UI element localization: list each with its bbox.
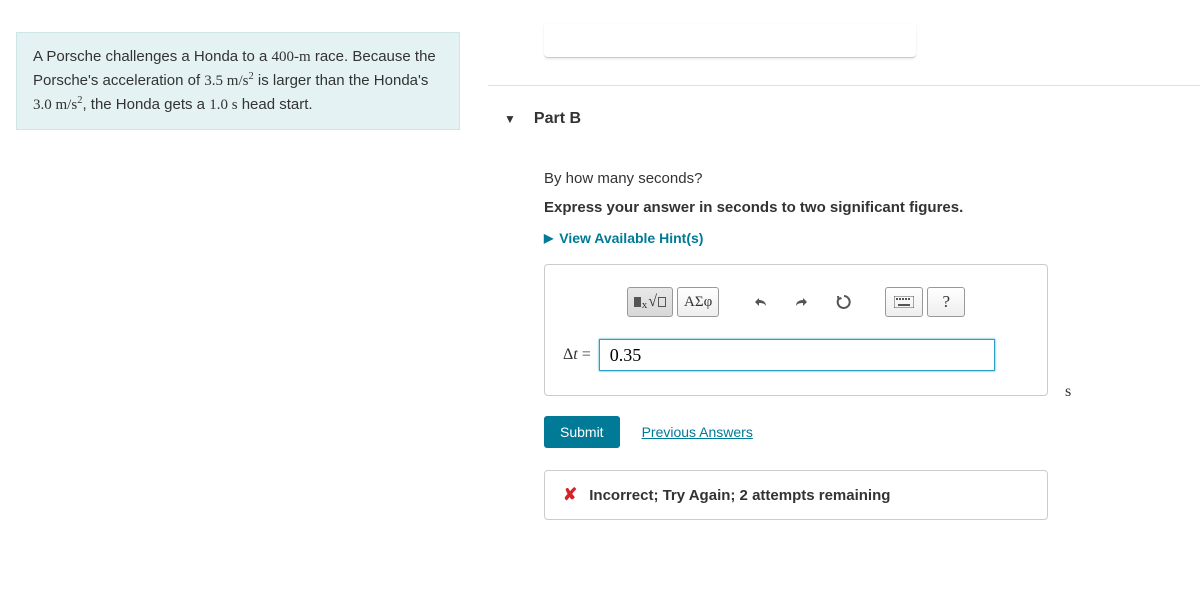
undo-icon <box>751 294 769 310</box>
answer-input[interactable] <box>599 339 995 371</box>
part-header[interactable]: ▼ Part B <box>504 110 581 128</box>
accel2-value: 3.0 m/s <box>33 97 77 113</box>
collapse-icon: ▼ <box>504 112 516 126</box>
redo-button[interactable] <box>783 287 821 317</box>
equation-toolbar: x √ ΑΣφ <box>563 287 1029 317</box>
keyboard-button[interactable] <box>885 287 923 317</box>
answer-row: Δt = <box>563 339 1029 371</box>
feedback-text: Incorrect; Try Again; 2 attempts remaini… <box>589 487 890 504</box>
problem-statement: A Porsche challenges a Honda to a 400-m … <box>16 32 460 130</box>
templates-icon: x √ <box>634 293 666 311</box>
answer-variable-label: Δt <box>563 346 578 364</box>
submit-row: Submit Previous Answers <box>544 416 1174 448</box>
text-fragment: is larger than the Honda's <box>254 72 429 89</box>
previous-answers-link[interactable]: Previous Answers <box>642 424 753 440</box>
reset-button[interactable] <box>825 287 863 317</box>
distance-value: 400-m <box>272 49 311 65</box>
equals-sign: = <box>582 346 591 364</box>
help-icon: ? <box>942 292 950 312</box>
keyboard-icon <box>894 296 914 308</box>
incorrect-icon: ✘ <box>563 485 577 505</box>
templates-button[interactable]: x √ <box>627 287 673 317</box>
problem-text: A Porsche challenges a Honda to a 400-m … <box>33 45 443 117</box>
caret-right-icon: ▶ <box>544 231 553 245</box>
part-content: By how many seconds? Express your answer… <box>544 170 1174 520</box>
headstart-value: 1.0 s <box>209 97 237 113</box>
previous-part-input-bottom <box>544 24 916 58</box>
instruction-text: Express your answer in seconds to two si… <box>544 199 1174 216</box>
greek-symbols-button[interactable]: ΑΣφ <box>677 287 719 317</box>
answer-unit: s <box>1065 383 1071 401</box>
part-title: Part B <box>534 110 581 128</box>
submit-button[interactable]: Submit <box>544 416 620 448</box>
help-button[interactable]: ? <box>927 287 965 317</box>
accel1-value: 3.5 m/s <box>204 73 248 89</box>
text-fragment: , the Honda gets a <box>82 96 209 113</box>
view-hints-link[interactable]: ▶ View Available Hint(s) <box>544 230 1174 246</box>
greek-icon: ΑΣφ <box>684 294 712 311</box>
text-fragment: head start. <box>238 96 313 113</box>
answer-input-box: x √ ΑΣφ <box>544 264 1048 396</box>
section-divider <box>488 85 1200 86</box>
feedback-box: ✘ Incorrect; Try Again; 2 attempts remai… <box>544 470 1048 520</box>
hints-label: View Available Hint(s) <box>559 230 703 246</box>
text-fragment: A Porsche challenges a Honda to a <box>33 48 272 65</box>
redo-icon <box>793 294 811 310</box>
reset-icon <box>835 293 853 311</box>
question-text: By how many seconds? <box>544 170 1174 187</box>
undo-button[interactable] <box>741 287 779 317</box>
